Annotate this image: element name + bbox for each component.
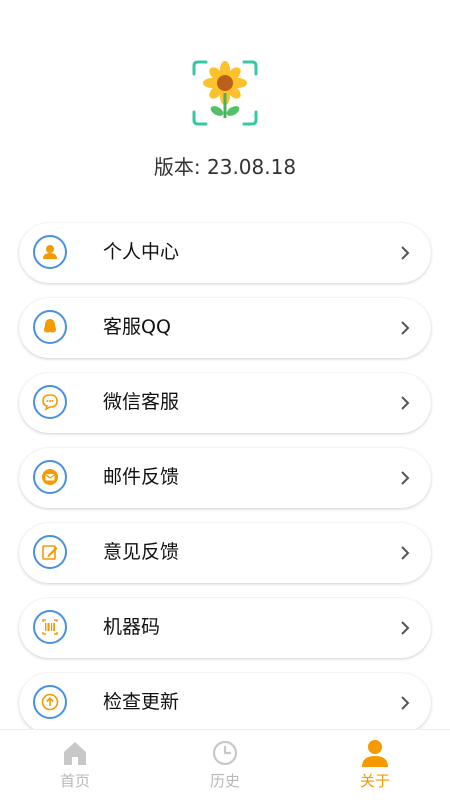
tab-about[interactable]: 关于 <box>325 738 425 791</box>
menu-item-wechat[interactable]: 微信客服 <box>19 373 431 433</box>
tab-label: 关于 <box>359 772 390 790</box>
home-icon <box>64 742 86 765</box>
menu-item-feedback[interactable]: 意见反馈 <box>19 523 431 583</box>
chevron-right-icon <box>401 246 410 260</box>
chevron-right-icon <box>401 396 410 410</box>
menu-item-label: 检查更新 <box>103 691 180 713</box>
menu-item-email-feedback[interactable]: 邮件反馈 <box>19 448 431 508</box>
person-icon <box>362 740 388 767</box>
upload-icon <box>33 685 67 719</box>
chevron-right-icon <box>401 321 410 335</box>
menu-item-label: 机器码 <box>103 616 161 638</box>
version-text: 版本: 23.08.18 <box>153 155 297 179</box>
tab-label: 首页 <box>59 772 90 790</box>
menu-item-label: 个人中心 <box>103 241 180 263</box>
sunflower-scan-icon <box>192 60 258 126</box>
edit-icon <box>33 535 67 569</box>
menu-item-machine-code[interactable]: 机器码 <box>19 598 431 658</box>
chevron-right-icon <box>401 696 410 710</box>
qq-penguin-icon <box>33 310 67 344</box>
app-logo <box>190 58 260 128</box>
tab-label: 历史 <box>209 772 240 790</box>
chevron-right-icon <box>401 471 410 485</box>
clock-icon <box>212 740 238 766</box>
menu-item-label: 微信客服 <box>103 391 180 413</box>
user-icon <box>33 235 67 269</box>
bottom-tab-bar: 首页 历史 关于 <box>0 729 450 800</box>
tab-history[interactable]: 历史 <box>175 738 275 791</box>
menu-item-label: 客服QQ <box>103 316 171 338</box>
chevron-right-icon <box>401 546 410 560</box>
chat-bubble-icon <box>33 385 67 419</box>
barcode-icon <box>33 610 67 644</box>
settings-menu: 个人中心 客服QQ 微信客服 邮件反馈 意见反馈 机器码 检查更新 <box>19 223 431 748</box>
menu-item-check-update[interactable]: 检查更新 <box>19 673 431 733</box>
chevron-right-icon <box>401 621 410 635</box>
menu-item-label: 邮件反馈 <box>103 466 180 488</box>
mail-icon <box>33 460 67 494</box>
menu-item-profile[interactable]: 个人中心 <box>19 223 431 283</box>
tab-home[interactable]: 首页 <box>25 738 125 791</box>
menu-item-label: 意见反馈 <box>103 541 180 563</box>
menu-item-qq[interactable]: 客服QQ <box>19 298 431 358</box>
